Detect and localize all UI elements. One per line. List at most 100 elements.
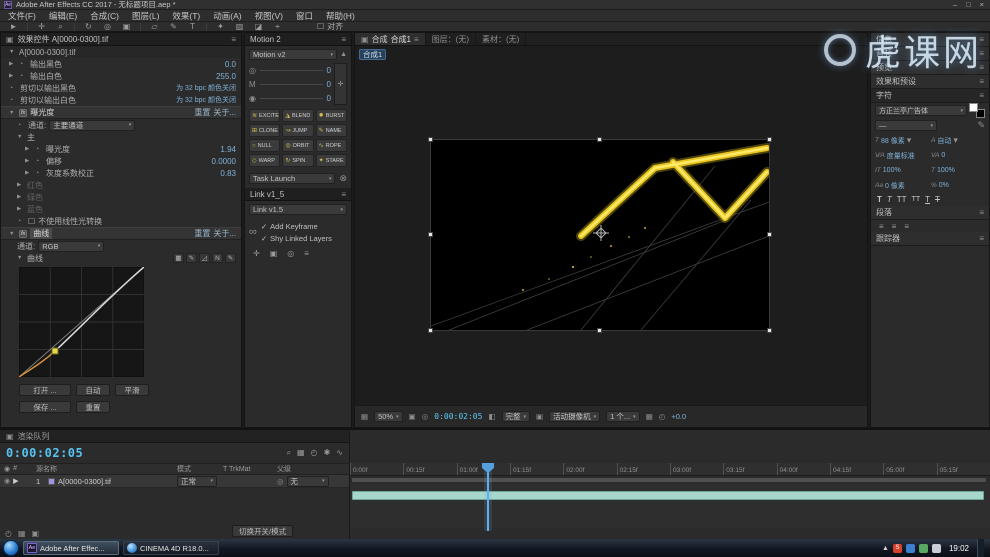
vscale-value[interactable]: 100% — [883, 167, 901, 174]
tsume-value[interactable]: 0% — [939, 182, 949, 189]
twirl-icon[interactable]: ▼ — [9, 49, 16, 55]
curves-graph[interactable] — [18, 266, 241, 379]
composition-mini-flowchart-icon[interactable]: ▦ — [297, 448, 305, 458]
exposure-effect-header[interactable]: ▼ fx 曝光度 重置 关于... — [1, 106, 241, 119]
camera-tool-icon[interactable]: ◎ — [102, 22, 113, 31]
panel-audio[interactable]: 音频 ≡ — [871, 47, 989, 61]
snap-checkbox[interactable]: ☐ — [317, 22, 324, 31]
font-family-select[interactable]: 方正兰亭广告体 ▾ — [875, 105, 967, 116]
add-keyframe-option[interactable]: ✓ Add Keyframe — [261, 220, 347, 232]
show-desktop-button[interactable] — [977, 539, 984, 557]
param-value[interactable]: 为 32 bpc 颜色关闭 — [176, 95, 236, 105]
menu-edit[interactable]: 编辑(E) — [49, 10, 77, 22]
pen-tool-icon[interactable]: ✎ — [168, 22, 179, 31]
motion-value[interactable]: 0 — [327, 66, 331, 75]
panel-menu-icon[interactable]: ≡ — [341, 190, 346, 199]
about-link[interactable]: 关于... — [213, 107, 236, 118]
sort-up-icon[interactable]: ▲ — [340, 51, 347, 58]
disabled-group-row[interactable]: ▶ 蓝色 — [1, 203, 241, 215]
param-value[interactable]: 0.83 — [220, 169, 236, 178]
current-time-indicator[interactable] — [487, 463, 489, 531]
panel-info[interactable]: 信息 ≡ — [871, 33, 989, 47]
stopwatch-icon[interactable]: ◔ — [35, 146, 43, 153]
tsume-control[interactable]: % 0% — [931, 182, 985, 189]
compos-frame[interactable] — [428, 137, 772, 333]
pan-behind-tool-icon[interactable]: ▣ — [121, 22, 132, 31]
channel-select[interactable]: 主要通道 ▾ — [49, 119, 136, 131]
selection-handle[interactable] — [597, 328, 602, 333]
about-link[interactable]: 关于... — [213, 228, 236, 239]
effect-controls-tab[interactable]: ▣ 效果控件 A[0000-0300].tif ≡ — [1, 33, 241, 46]
render-queue-tab[interactable]: ▣ 渲染队列 — [0, 430, 349, 443]
menu-window[interactable]: 窗口 — [296, 10, 313, 22]
motion-button-stare[interactable]: ✦ STARE — [315, 154, 347, 167]
motion-button-burst[interactable]: ✹ BURST — [315, 109, 347, 122]
selection-handle[interactable] — [428, 328, 433, 333]
panel-menu-icon[interactable]: ≡ — [414, 35, 419, 44]
tray-icon[interactable] — [918, 543, 928, 553]
always-preview-icon[interactable]: ▦ — [361, 412, 368, 421]
strikethrough-button[interactable]: T — [935, 195, 940, 204]
baseline-value[interactable]: 0 像素 — [885, 181, 905, 191]
stopwatch-icon[interactable]: ◔ — [35, 170, 43, 177]
motion2-tab[interactable]: Motion 2 ≡ — [245, 33, 351, 46]
mode-column[interactable]: 模式 — [177, 464, 223, 474]
stopwatch-icon[interactable]: ◔ — [19, 61, 27, 68]
panel-menu-icon[interactable]: ≡ — [979, 208, 984, 217]
curves-open-button[interactable]: 打开 ... — [19, 384, 71, 396]
align-right-icon[interactable]: ≡ — [904, 222, 909, 231]
curves-channel-select[interactable]: RGB ▾ — [38, 240, 105, 252]
curves-reset-button[interactable]: 重置 — [76, 401, 110, 413]
menu-view[interactable]: 视图(V) — [255, 10, 283, 22]
align-left-icon[interactable]: ≡ — [879, 222, 884, 231]
reset-link[interactable]: 重置 — [194, 228, 210, 239]
shy-linked-layers-option[interactable]: ✓ Shy Linked Layers — [261, 232, 347, 244]
param-value[interactable]: 0.0000 — [212, 157, 236, 166]
resolution-select[interactable]: 完整 ▾ — [501, 411, 531, 422]
in-out-columns-icon[interactable]: ▣ — [32, 529, 40, 538]
curves-draw-icon[interactable]: ✎ — [225, 253, 236, 263]
panel-menu-icon[interactable]: ≡ — [979, 63, 984, 72]
grid-guides-icon[interactable]: ▣ — [409, 412, 416, 421]
graph-editor-icon[interactable]: ∿ — [336, 448, 343, 458]
group-row[interactable]: ▼ 主 — [1, 131, 241, 143]
motion-button-name[interactable]: ✎ NAME — [315, 124, 347, 137]
clone-stamp-tool-icon[interactable]: ▨ — [234, 22, 245, 31]
fill-stroke-swatches[interactable] — [969, 103, 985, 118]
font-style-select[interactable]: — ▾ — [875, 120, 937, 131]
twirl-icon[interactable]: ▶ — [9, 61, 16, 67]
maximize-button[interactable]: □ — [966, 0, 971, 9]
refresh-icon[interactable]: ◎ — [287, 249, 294, 258]
align-center-icon[interactable]: ≡ — [892, 222, 897, 231]
parent-column[interactable]: 父级 — [277, 464, 349, 474]
underline-button[interactable]: T — [925, 195, 930, 204]
leading-control[interactable]: A 自动 ▾ — [931, 135, 985, 146]
time-ruler[interactable]: 0:00f 00:15f 01:00f 01:15f 02:00f 02:15f… — [350, 463, 990, 476]
curves-group-row[interactable]: ▼ 曲线 ▦ ✎ ◿ Ν ✎ — [1, 252, 241, 264]
stopwatch-icon[interactable]: ◔ — [9, 97, 17, 104]
minimize-button[interactable]: – — [953, 0, 957, 9]
draft-3d-icon[interactable]: ◴ — [311, 448, 318, 458]
selection-handle[interactable] — [597, 137, 602, 142]
kerning-control[interactable]: V∕A 度量标准 — [875, 151, 929, 161]
disabled-group-row[interactable]: ▶ 红色 — [1, 179, 241, 191]
menu-composition[interactable]: 合成(C) — [90, 10, 119, 22]
trkmat-column[interactable]: T TrkMat — [223, 466, 277, 473]
motion-button-excite[interactable]: ≋ EXCITE — [249, 109, 281, 122]
motion-button-warp[interactable]: ◇ WARP — [249, 154, 281, 167]
eyedropper-icon[interactable]: ✎ — [977, 120, 985, 131]
selection-handle[interactable] — [767, 328, 772, 333]
curves-save-button[interactable]: 保存 ... — [19, 401, 71, 413]
selection-handle[interactable] — [767, 137, 772, 142]
link-preset-select[interactable]: Link v1.5 ▾ — [249, 204, 347, 215]
anchor-widget[interactable]: ✛ — [334, 63, 347, 105]
camera-select[interactable]: 活动摄像机 ▾ — [549, 411, 601, 422]
baseline-shift-control[interactable]: Aa 0 像素 — [875, 181, 929, 191]
search-icon[interactable]: ⌕ — [287, 448, 291, 458]
menu-help[interactable]: 帮助(H) — [326, 10, 355, 22]
menu-layer[interactable]: 图层(L) — [132, 10, 159, 22]
panel-menu-icon[interactable]: ≡ — [979, 49, 984, 58]
reset-link[interactable]: 重置 — [194, 107, 210, 118]
curves-effect-header[interactable]: ▼ fx 曲线 重置 关于... — [1, 227, 241, 240]
motion-value[interactable]: 0 — [327, 94, 331, 103]
